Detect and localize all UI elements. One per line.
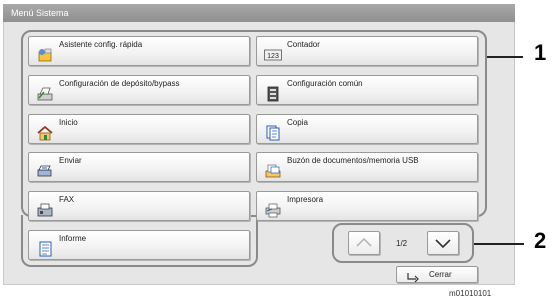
menu-item-label: Asistente config. rápida: [59, 40, 143, 49]
menu-item-label: Enviar: [59, 156, 82, 165]
menu-item-send[interactable]: Enviar: [28, 152, 250, 182]
menu-item-label: Contador: [287, 40, 320, 49]
chevron-down-icon: [435, 239, 451, 249]
menu-item-report[interactable]: Informe: [28, 230, 250, 260]
menu-item-label: Informe: [59, 234, 87, 243]
printer-icon: [264, 202, 282, 218]
menu-item-counter[interactable]: 123 Contador: [256, 36, 478, 66]
window-title: Menú Sistema: [3, 4, 515, 22]
menu-item-label: Copia: [287, 118, 308, 127]
page-indicator: 1/2: [396, 239, 408, 248]
menu-item-copy[interactable]: Copia: [256, 114, 478, 144]
copy-icon: [264, 125, 282, 141]
menu-item-common-settings[interactable]: Configuración común: [256, 75, 478, 105]
chevron-up-icon: [356, 237, 372, 247]
page-up-button[interactable]: [348, 231, 380, 255]
document-box-icon: [264, 163, 282, 179]
menu-item-printer[interactable]: Impresora: [256, 191, 478, 221]
callout-2-leader: [474, 243, 524, 245]
close-button[interactable]: Cerrar: [396, 266, 478, 283]
counter-icon-text: 123: [267, 53, 279, 60]
report-icon: [36, 241, 54, 257]
send-icon: [36, 163, 54, 179]
menu-item-label: Buzón de documentos/memoria USB: [287, 156, 419, 165]
menu-item-label: Impresora: [287, 195, 324, 204]
menu-item-paper-bypass-settings[interactable]: Configuración de depósito/bypass: [28, 75, 250, 105]
wizard-icon: [36, 47, 54, 63]
menu-item-label: Inicio: [59, 118, 78, 127]
fax-icon: [36, 202, 54, 218]
home-icon: [36, 125, 54, 141]
menu-item-home[interactable]: Inicio: [28, 114, 250, 144]
callout-1-leader: [487, 56, 523, 58]
common-settings-icon: [264, 86, 282, 102]
return-arrow-icon: [405, 270, 419, 283]
close-button-label: Cerrar: [429, 270, 452, 279]
callout-2: 2: [534, 228, 547, 253]
menu-item-label: FAX: [59, 195, 75, 204]
callout-1: 1: [534, 40, 547, 65]
menu-item-fax[interactable]: FAX: [28, 191, 250, 221]
menu-item-quick-setup-wizard[interactable]: Asistente config. rápida: [28, 36, 250, 66]
counter-icon: 123: [264, 47, 282, 63]
page-down-button[interactable]: [427, 231, 459, 255]
menu-item-label: Configuración común: [287, 79, 363, 88]
paper-tray-icon: [36, 86, 54, 102]
figure-code: m01010101: [449, 289, 492, 298]
menu-item-document-box-usb[interactable]: Buzón de documentos/memoria USB: [256, 152, 478, 182]
menu-item-label: Configuración de depósito/bypass: [59, 79, 180, 88]
